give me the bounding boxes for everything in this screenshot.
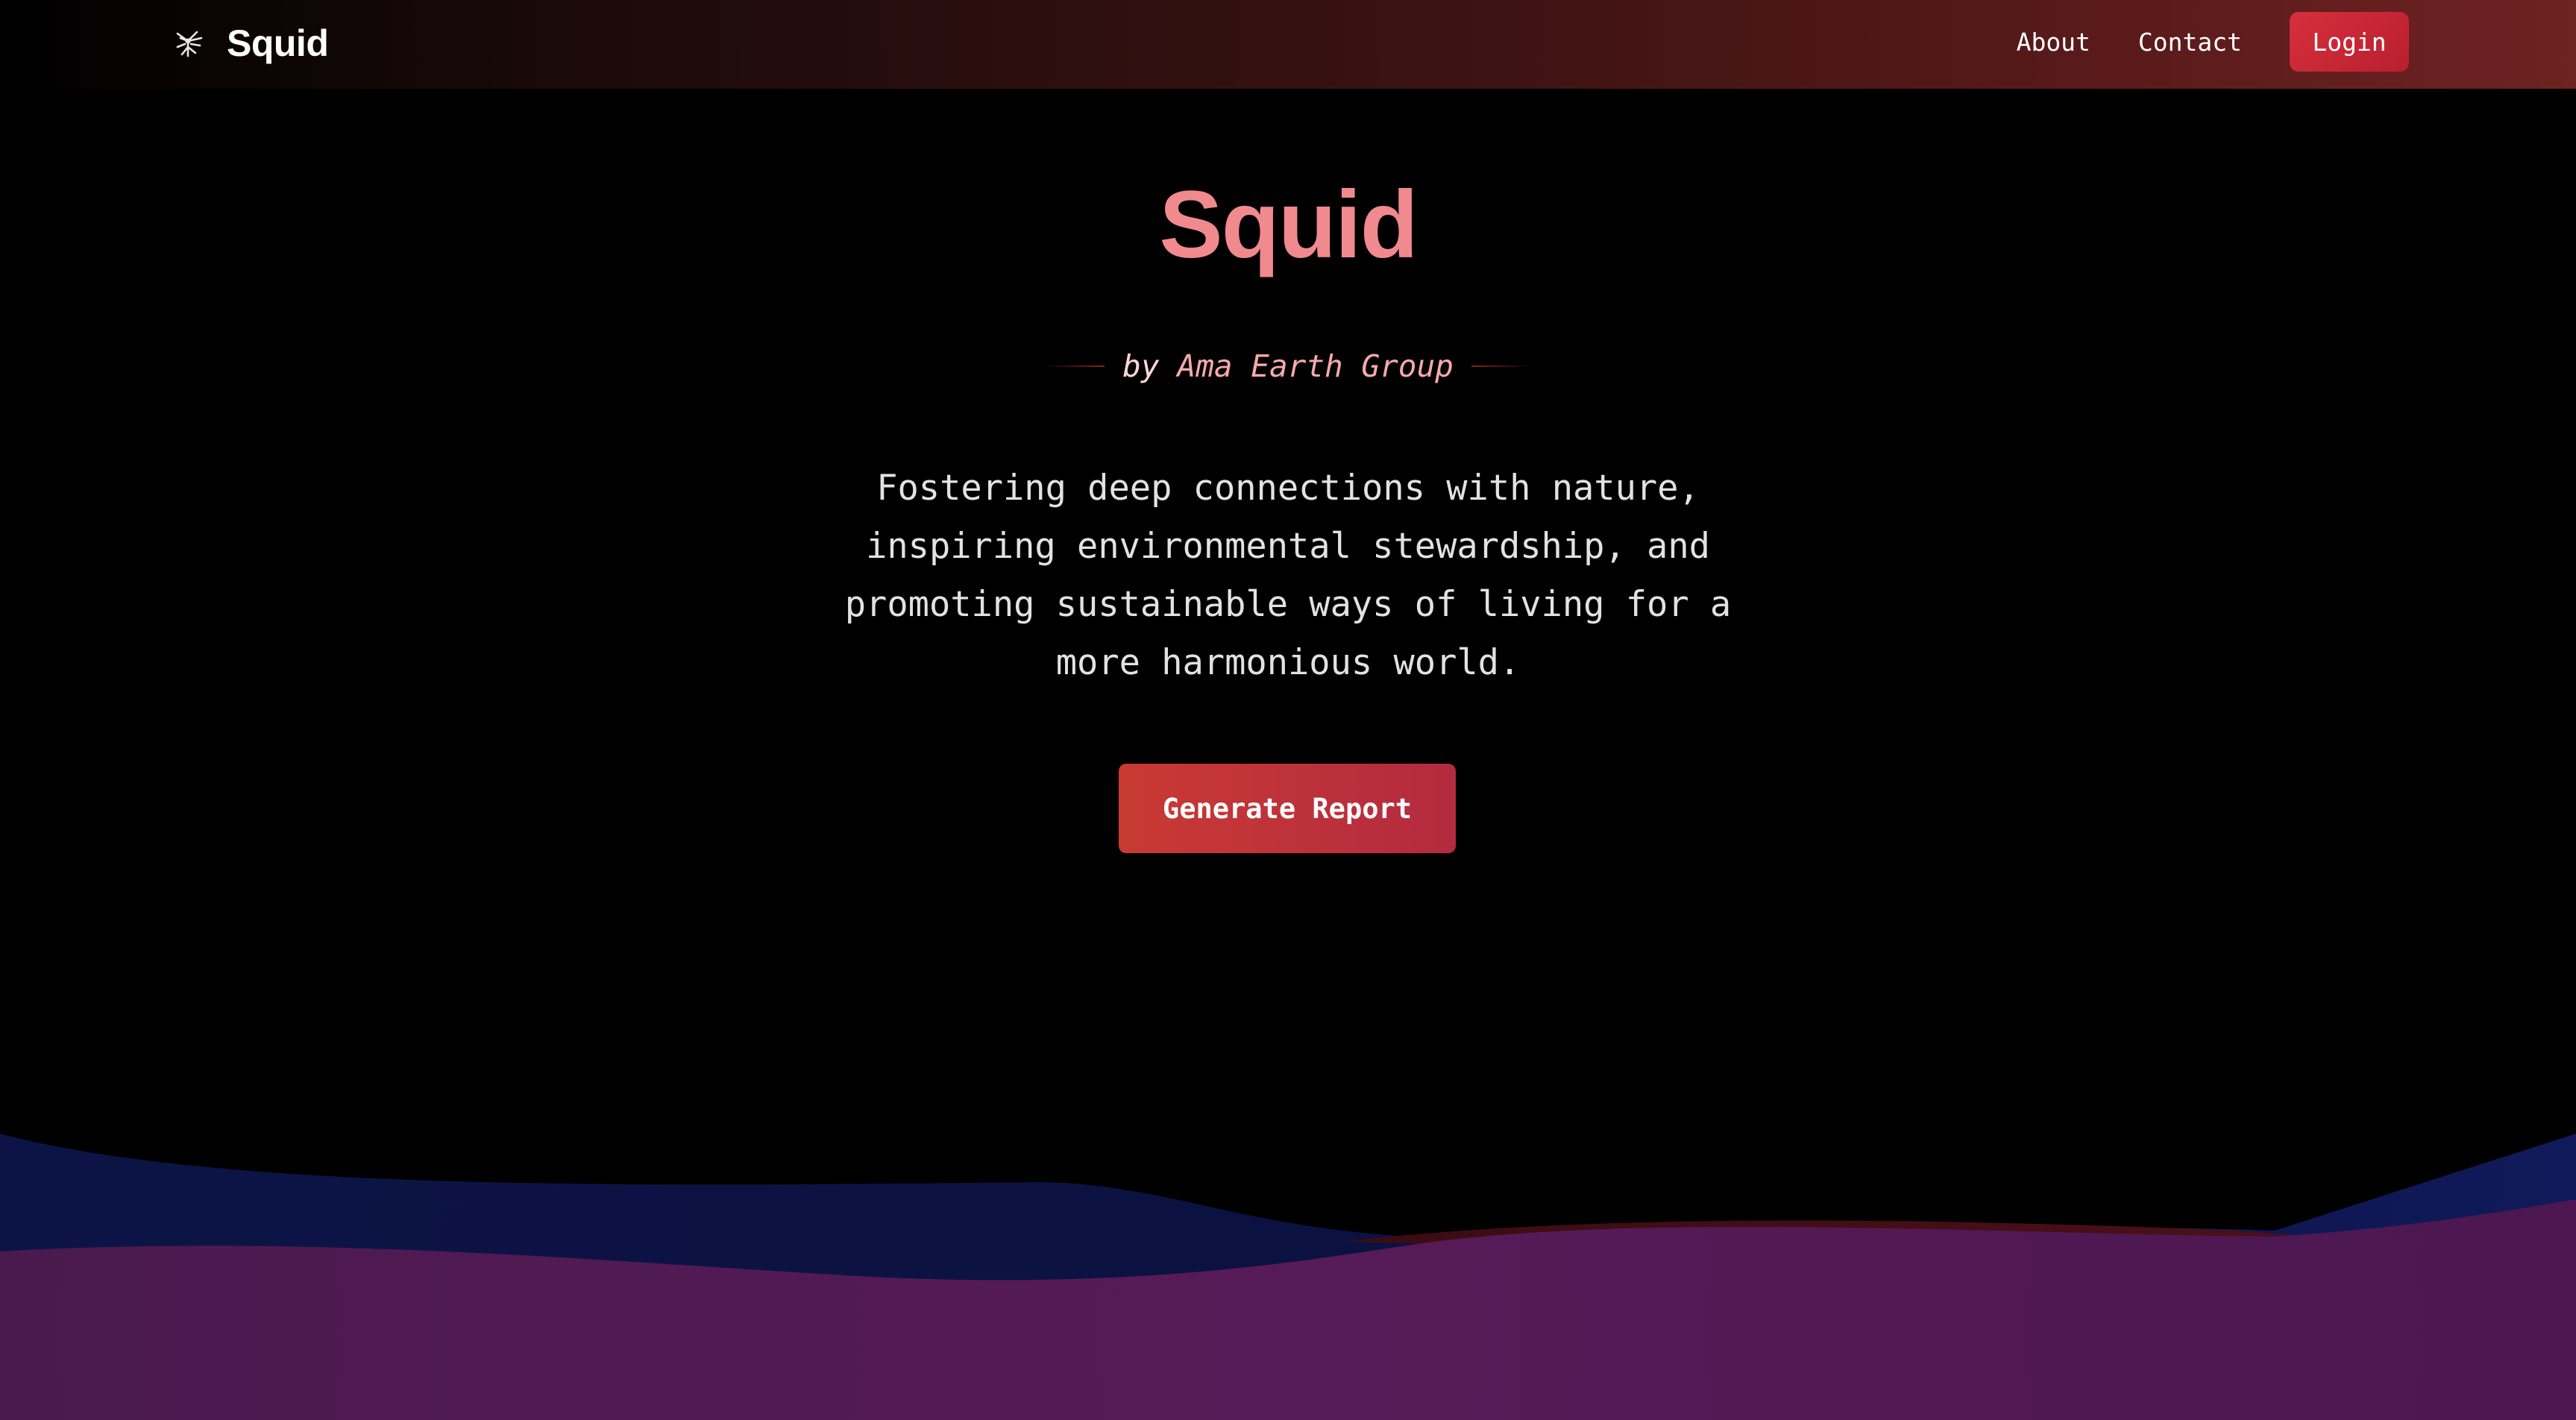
- byline: by Ama Earth Group: [0, 342, 2576, 391]
- nav-link-contact[interactable]: Contact: [2138, 28, 2242, 57]
- squid-logo-icon: [176, 31, 203, 57]
- top-navbar: Squid About Contact Login: [0, 0, 2576, 89]
- decorative-waves: [0, 1134, 2576, 1420]
- brand[interactable]: Squid: [172, 16, 329, 70]
- login-button[interactable]: Login: [2290, 12, 2409, 72]
- tagline-line: promoting sustainable ways of living for…: [844, 584, 1732, 625]
- tagline-line: Fostering deep connections with nature,: [876, 468, 1700, 509]
- tagline-line: inspiring environmental stewardship, and: [866, 526, 1710, 567]
- hero-title: Squid: [1159, 172, 1419, 278]
- hero-tagline: Fostering deep connections with nature, i…: [813, 459, 1763, 692]
- tagline-line: more harmonious world.: [1055, 642, 1521, 683]
- generate-report-button[interactable]: Generate Report: [1119, 764, 1456, 853]
- brand-name: Squid: [227, 22, 329, 64]
- byline-by: by: [1122, 348, 1160, 384]
- byline-divider-left: [1043, 365, 1105, 367]
- nav-links: About Contact Login: [2017, 12, 2409, 72]
- byline-org-name: Ama Earth Group: [1177, 348, 1454, 384]
- nav-link-about[interactable]: About: [2017, 28, 2090, 57]
- byline-divider-right: [1471, 365, 1533, 367]
